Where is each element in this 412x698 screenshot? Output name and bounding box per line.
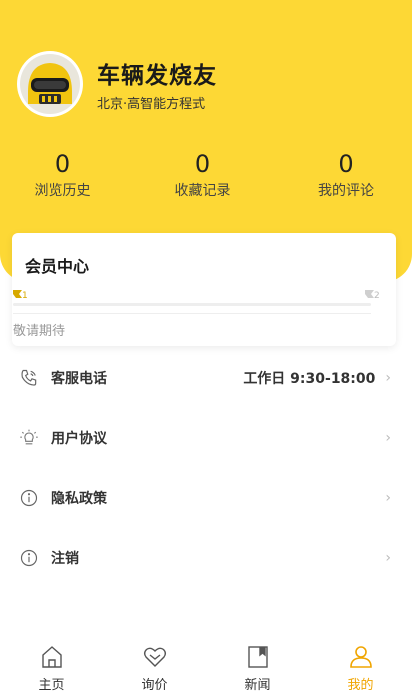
sun-icon [19,428,39,448]
menu-label: 客服电话 [51,371,107,387]
menu-item-privacy-policy[interactable]: 隐私政策 › [0,468,412,528]
tab-label: 询价 [141,678,168,693]
chevron-right-icon: › [385,430,391,446]
menu-item-customer-service[interactable]: 客服电话 工作日 9:30-18:00 › [0,348,412,408]
level-next-label: 2 [374,291,380,301]
menu-label: 用户协议 [51,431,107,447]
menu-label: 隐私政策 [51,491,107,507]
tab-mine[interactable]: 我的 [309,640,412,698]
menu-item-deregister[interactable]: 注销 › [0,528,412,588]
level-current: 1 [13,290,28,301]
member-center-card[interactable]: 会员中心 [12,233,396,346]
stat-label: 浏览历史 [34,183,91,199]
divider [13,313,371,314]
settings-menu: 客服电话 工作日 9:30-18:00 › 用户协议 › 隐私政策 › 注销 › [0,348,412,588]
bottom-tab-bar: 主页 询价 新闻 我的 [0,640,412,698]
info-icon [19,548,39,568]
chevron-right-icon: › [385,370,391,386]
person-icon [349,646,372,668]
tab-label: 主页 [38,678,65,693]
tab-label: 我的 [347,678,374,693]
heart-icon [143,647,166,667]
member-progress-bar [13,303,371,306]
stat-browse-history[interactable]: 0 浏览历史 [0,150,125,200]
stat-value: 0 [338,150,354,178]
chevron-right-icon: › [385,550,391,566]
bookmark-icon [247,646,268,668]
tab-inquiry[interactable]: 询价 [103,640,206,698]
tab-home[interactable]: 主页 [0,640,103,698]
user-location: 北京·高智能方程式 [97,97,206,112]
menu-label: 注销 [51,551,79,567]
stat-favorites[interactable]: 0 收藏记录 [125,150,280,200]
level-flag-icon [365,290,374,298]
avatar[interactable] [17,51,83,117]
tab-news[interactable]: 新闻 [206,640,309,698]
stat-value: 0 [194,150,211,178]
stat-label: 收藏记录 [174,183,231,199]
level-flag-icon [13,290,22,298]
stat-value: 0 [54,150,71,178]
service-hours: 工作日 9:30-18:00 [243,371,376,387]
chevron-right-icon: › [385,490,391,506]
level-current-label: 1 [22,291,28,301]
menu-item-user-agreement[interactable]: 用户协议 › [0,408,412,468]
helmet-avatar-icon [20,54,80,114]
stat-label: 我的评论 [318,183,374,199]
phone-icon [19,368,39,388]
member-title: 会员中心 [25,257,90,276]
info-icon [19,488,39,508]
username: 车辆发烧友 [97,63,217,89]
tab-label: 新闻 [244,678,271,693]
member-status: 敬请期待 [13,324,66,339]
stat-comments[interactable]: 0 我的评论 [280,150,412,200]
stats-row: 0 浏览历史 0 收藏记录 0 我的评论 [0,150,412,200]
home-icon [41,646,62,668]
profile-section[interactable]: 车辆发烧友 北京·高智能方程式 [17,51,217,117]
level-next: 2 [365,290,380,301]
